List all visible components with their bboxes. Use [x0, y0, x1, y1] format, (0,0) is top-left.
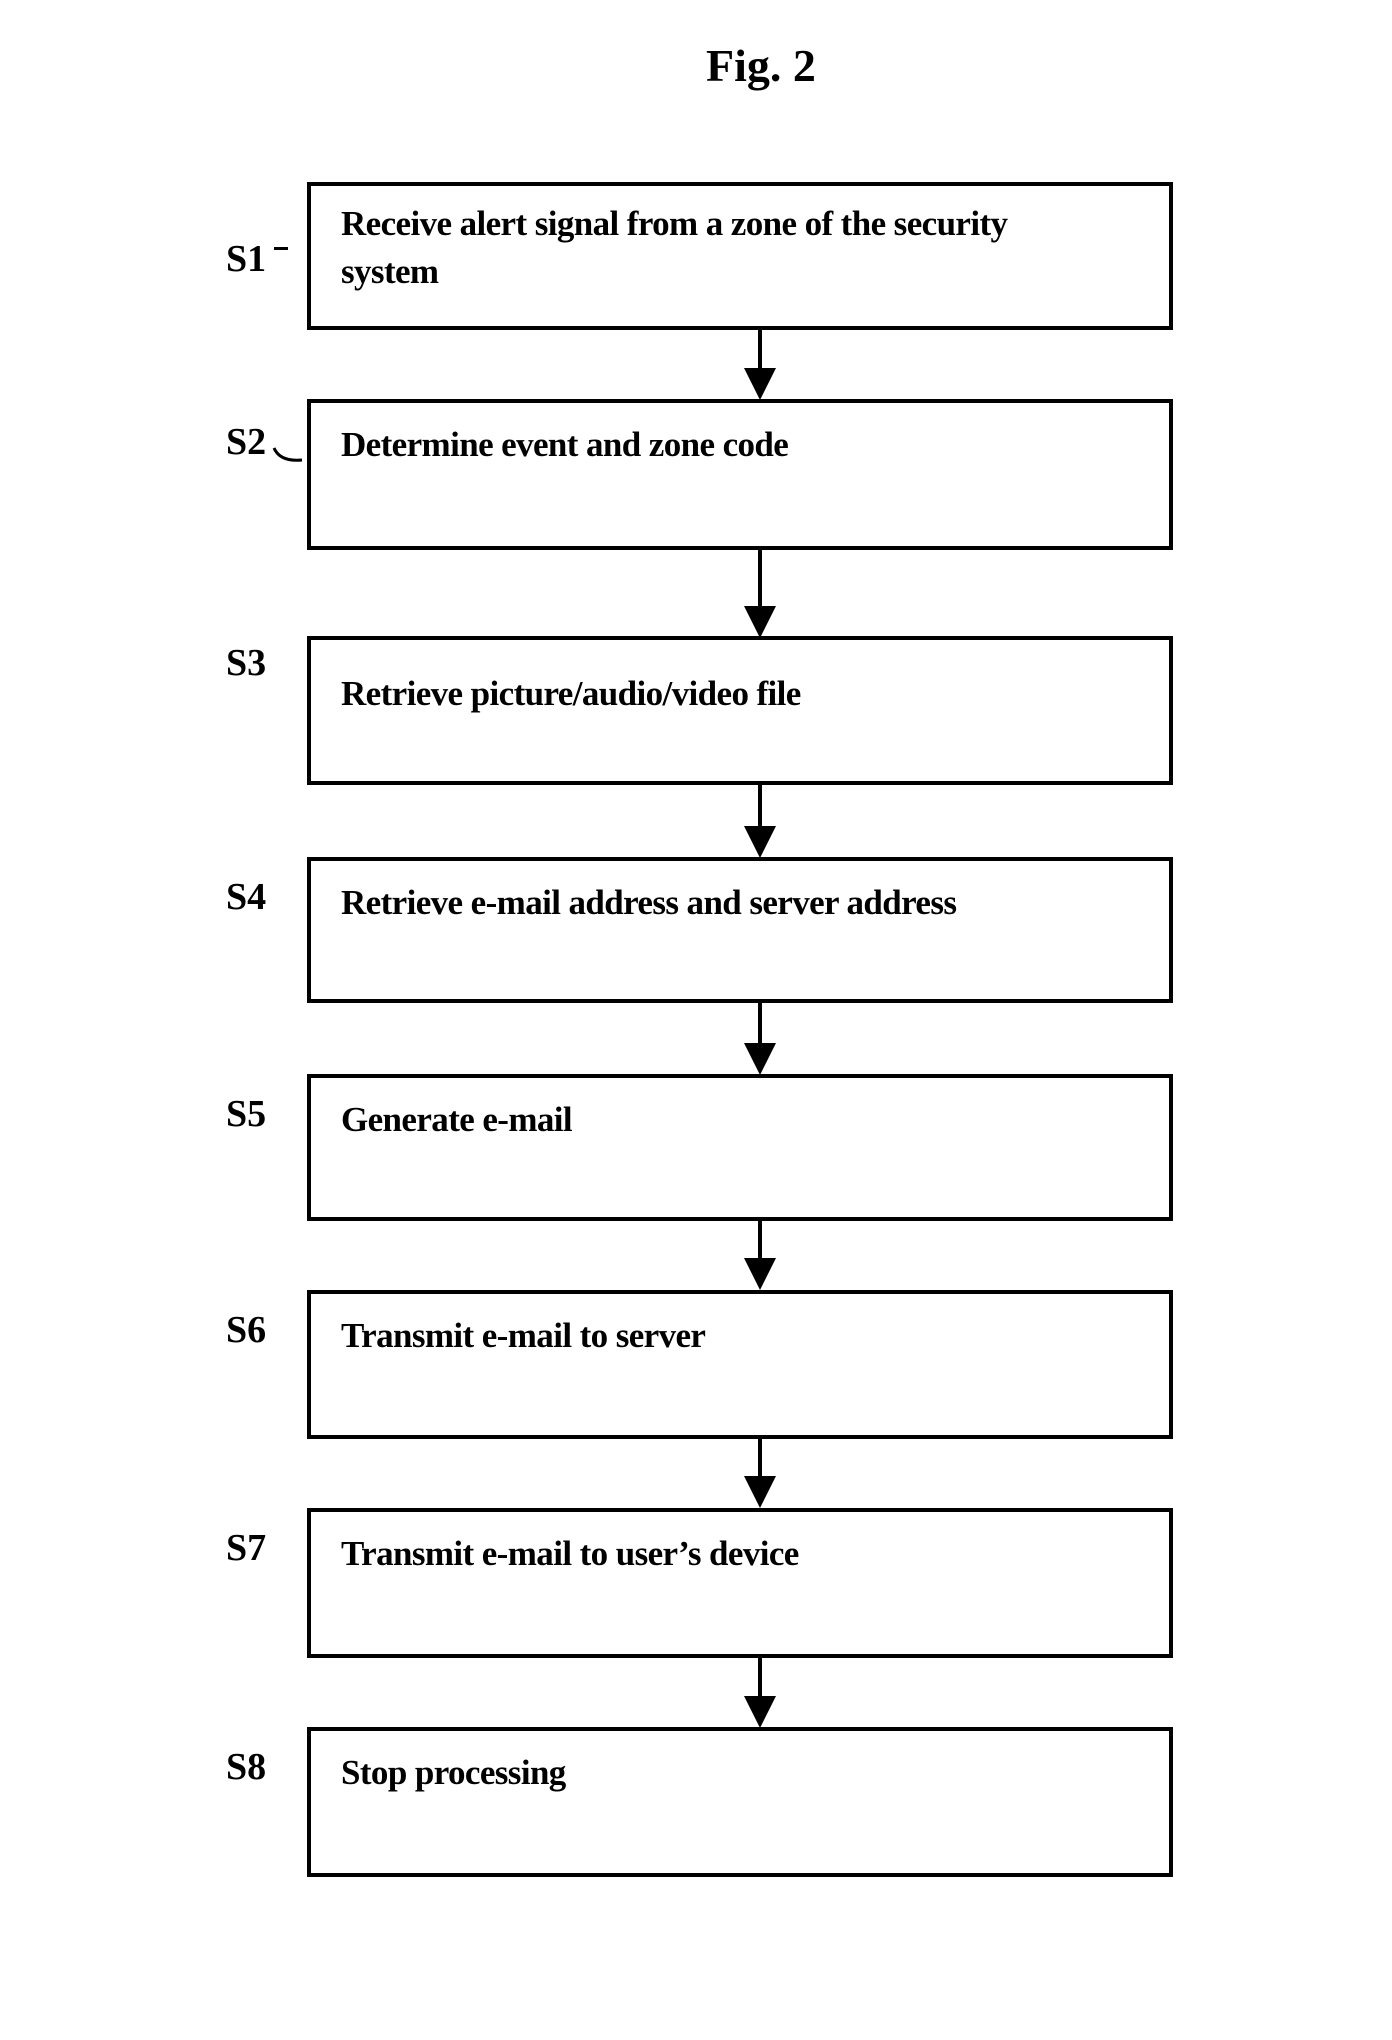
arrow-shaft [758, 1221, 762, 1262]
step-text-s3: Retrieve picture/audio/video file [341, 674, 801, 713]
step-label-s3: S3 [226, 642, 267, 684]
step-label-s8: S8 [226, 1746, 267, 1788]
step-box-s3: Retrieve picture/audio/video file [307, 636, 1173, 785]
step-text-s8: Stop processing [341, 1753, 566, 1792]
arrow-s4-to-s5 [740, 1003, 780, 1075]
step-text-s1: Receive alert signal from a zone of the … [341, 204, 1008, 291]
arrow-s5-to-s6 [740, 1221, 780, 1290]
step-text-s2: Determine event and zone code [341, 425, 789, 464]
step-box-s1: Receive alert signal from a zone of the … [307, 182, 1173, 330]
figure-title: Fig. 2 [706, 40, 816, 91]
arrow-head-icon [744, 1696, 776, 1728]
step-box-s6: Transmit e-mail to server [307, 1290, 1173, 1439]
arrow-head-icon [744, 606, 776, 638]
arrow-s7-to-s8 [740, 1658, 780, 1728]
arrow-s1-to-s2 [740, 330, 780, 400]
arrow-shaft [758, 1003, 762, 1047]
arrow-shaft [758, 1658, 762, 1700]
step-text-s4: Retrieve e-mail address and server addre… [341, 883, 957, 922]
arrow-s3-to-s4 [740, 785, 780, 858]
step-box-s4: Retrieve e-mail address and server addre… [307, 857, 1173, 1003]
arrow-head-icon [744, 1258, 776, 1290]
step-label-s1: S1 [226, 238, 267, 280]
step-text-s5: Generate e-mail [341, 1100, 573, 1139]
step-label-s2: S2 [226, 421, 267, 463]
step-text-s6: Transmit e-mail to server [341, 1316, 706, 1355]
step-label-s7: S7 [226, 1527, 267, 1569]
arrow-head-icon [744, 1043, 776, 1075]
arrow-s2-to-s3 [740, 550, 780, 638]
step-label-s5: S5 [226, 1093, 267, 1135]
step-box-s8: Stop processing [307, 1727, 1173, 1877]
step-box-s2: Determine event and zone code [307, 399, 1173, 550]
step-box-s5: Generate e-mail [307, 1074, 1173, 1221]
step-label-s4: S4 [226, 876, 267, 918]
arrow-shaft [758, 1439, 762, 1480]
arrow-head-icon [744, 368, 776, 400]
arrow-shaft [758, 785, 762, 830]
step-label-s6: S6 [226, 1309, 267, 1351]
step-text-s7: Transmit e-mail to user’s device [341, 1534, 799, 1573]
arrow-s6-to-s7 [740, 1439, 780, 1508]
arrow-head-icon [744, 1476, 776, 1508]
leader-curve-s2 [272, 447, 303, 462]
leader-tick-s1 [274, 247, 288, 250]
arrow-shaft [758, 550, 762, 610]
step-box-s7: Transmit e-mail to user’s device [307, 1508, 1173, 1658]
arrow-shaft [758, 330, 762, 370]
arrow-head-icon [744, 826, 776, 858]
